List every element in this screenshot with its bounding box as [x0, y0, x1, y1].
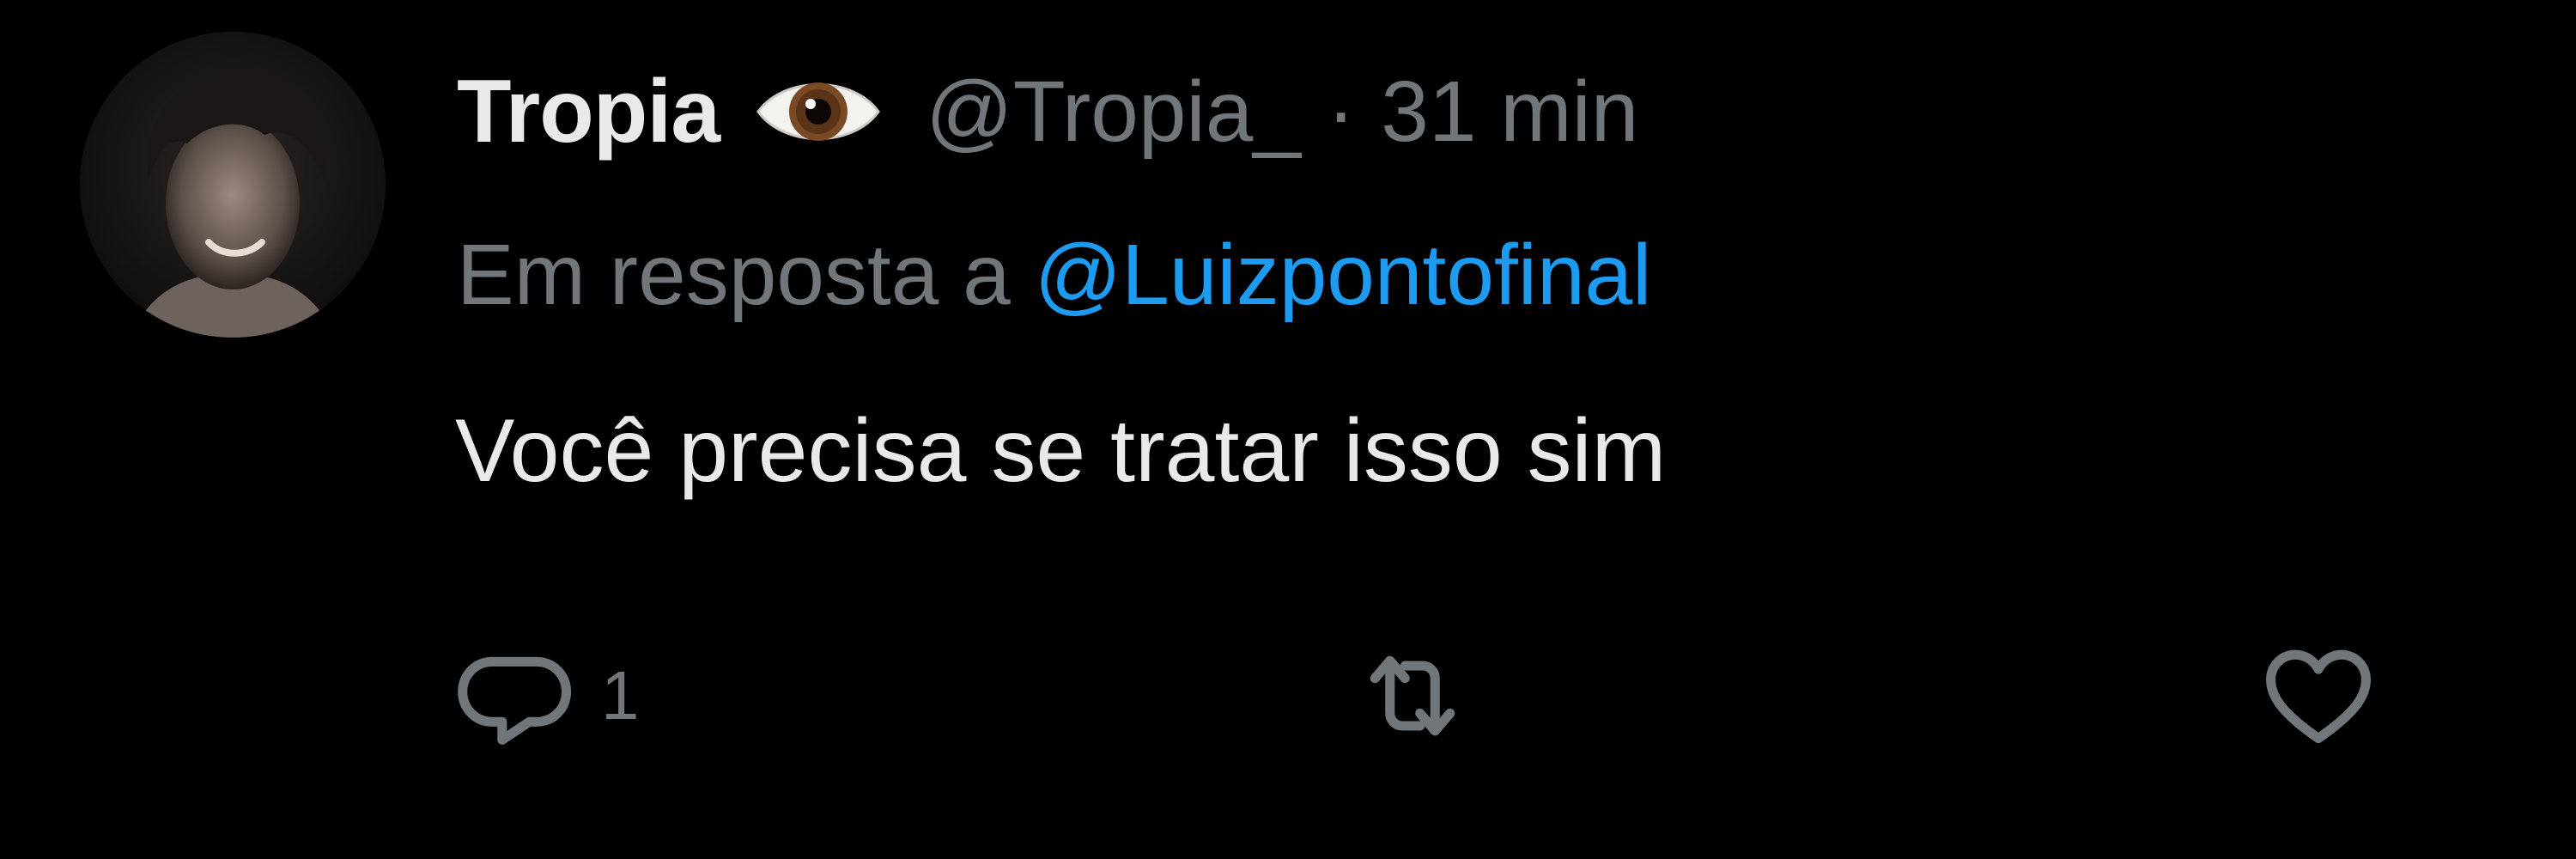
- tweet-time[interactable]: 31 min: [1381, 63, 1638, 161]
- like-button[interactable]: [2258, 631, 2404, 760]
- separator-dot: ·: [1326, 63, 1356, 160]
- retweet-button[interactable]: [1348, 631, 1503, 760]
- tweet-card[interactable]: Tropia @Tropia_ · 31 min Em resposta a @…: [0, 0, 2576, 859]
- avatar[interactable]: [80, 32, 386, 338]
- avatar-photo: [80, 32, 386, 338]
- eye-icon: [754, 69, 883, 155]
- reply-count: 1: [601, 657, 640, 734]
- reply-target-link[interactable]: @Luizpontofinal: [1035, 226, 1652, 325]
- user-handle[interactable]: @Tropia_: [926, 63, 1301, 161]
- action-bar: 1: [0, 631, 2576, 760]
- heart-icon: [2258, 636, 2379, 756]
- display-name[interactable]: Tropia: [457, 61, 720, 163]
- retweet-icon: [1348, 636, 1477, 756]
- tweet-header: Tropia @Tropia_ · 31 min: [457, 52, 1638, 172]
- tweet-text: Você precisa se tratar isso sim: [455, 400, 1667, 501]
- reply-context: Em resposta a @Luizpontofinal: [457, 215, 1651, 335]
- reply-prefix: Em resposta a: [457, 226, 1011, 323]
- reply-button[interactable]: 1: [455, 631, 640, 760]
- reply-bubble-icon: [455, 636, 575, 756]
